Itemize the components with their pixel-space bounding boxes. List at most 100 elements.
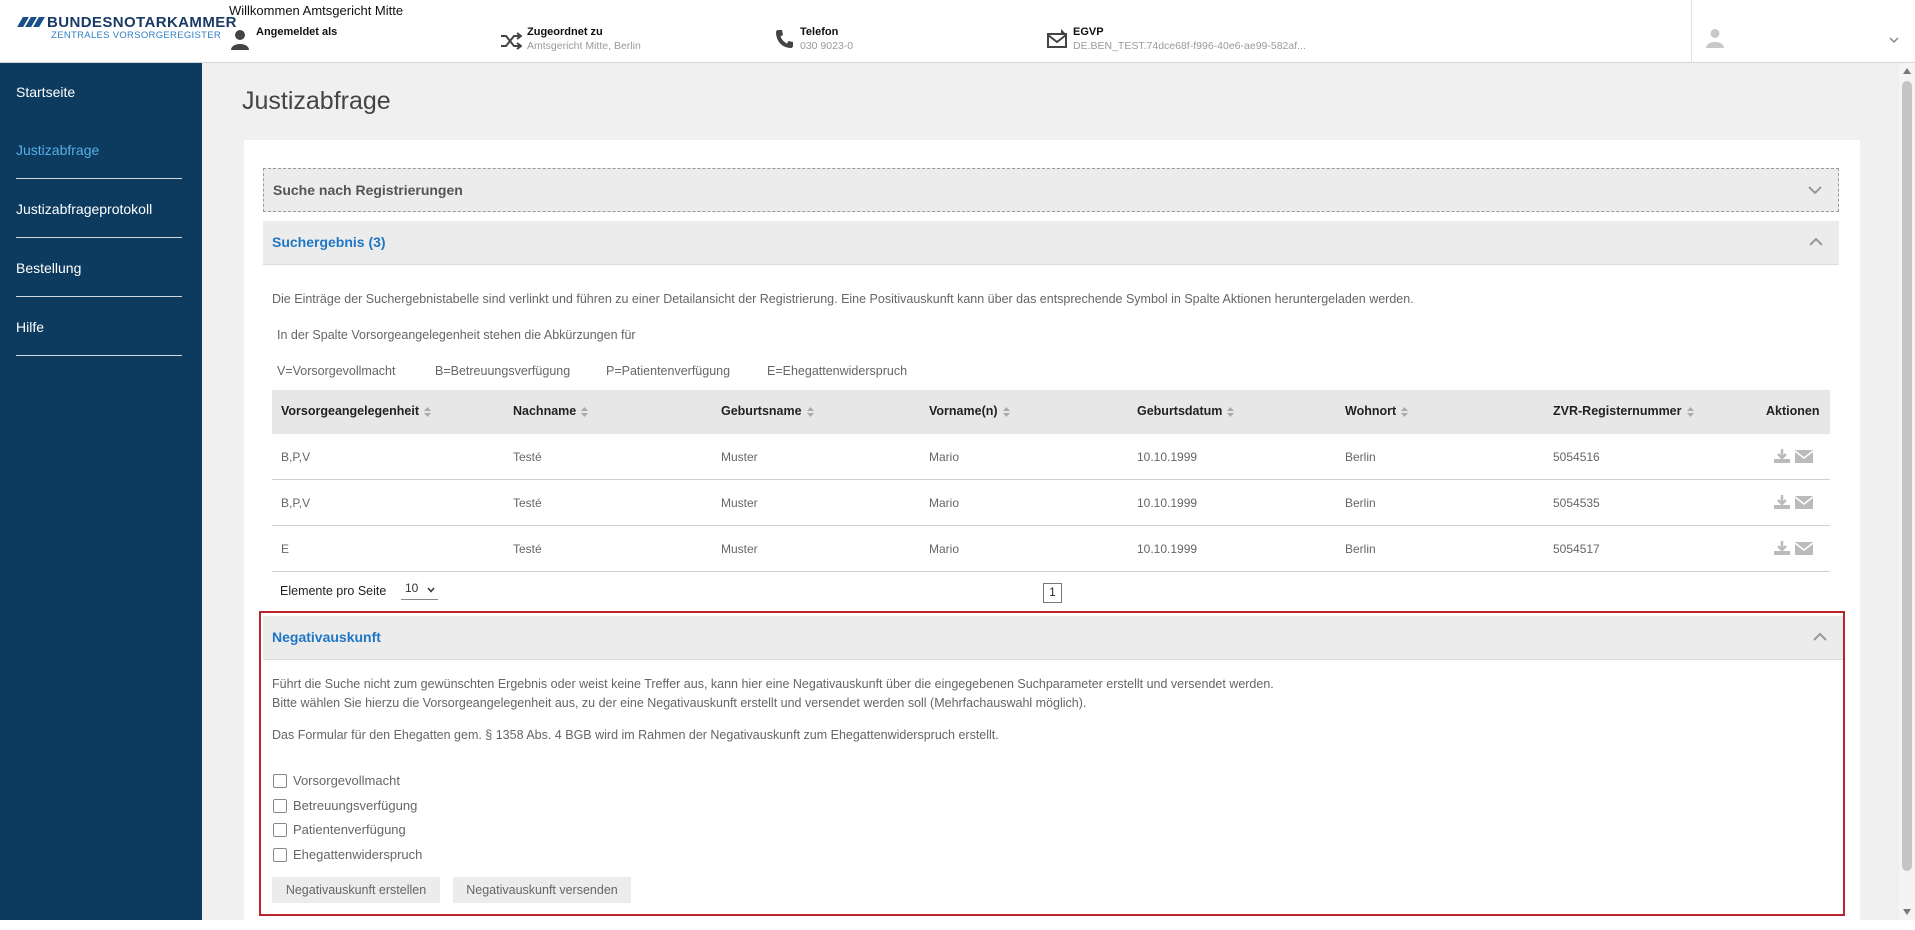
egvp-value: DE.BEN_TEST.74dce68f-f996-40e6-ae99-582a…	[1073, 40, 1306, 52]
mail-icon[interactable]	[1795, 448, 1813, 464]
cell-birthdate: 10.10.1999	[1137, 496, 1198, 510]
chevron-up-icon	[1813, 632, 1827, 641]
table-row[interactable]: B,P,V Testé Muster Mario 10.10.1999 Berl…	[272, 434, 1830, 480]
scrollbar-thumb[interactable]	[1902, 81, 1912, 871]
abbr-intro: In der Spalte Vorsorgeangelegenheit steh…	[277, 328, 636, 342]
abbr-v: V=Vorsorgevollmacht	[277, 364, 396, 378]
negative-panel-title: Negativauskunft	[272, 629, 381, 645]
results-panel-header[interactable]: Suchergebnis (3)	[263, 221, 1839, 265]
page-title: Justizabfrage	[242, 87, 391, 115]
cell-matter: E	[281, 542, 290, 556]
cell-city: Berlin	[1345, 496, 1376, 510]
sidebar-item-justizabfrageprotokoll[interactable]: Justizabfrageprotokoll	[16, 180, 182, 238]
mail-icon[interactable]	[1795, 494, 1813, 510]
sort-icon	[806, 406, 814, 417]
negative-text-1: Führt die Suche nicht zum gewünschten Er…	[272, 677, 1274, 691]
welcome-text: Willkommen Amtsgericht Mitte	[229, 3, 404, 18]
column-header[interactable]: Wohnort	[1345, 404, 1409, 418]
download-icon[interactable]	[1773, 494, 1791, 510]
cell-matter: B,P,V	[281, 496, 311, 510]
sort-icon	[1227, 406, 1235, 417]
mail-icon[interactable]	[1795, 540, 1813, 556]
table-row[interactable]: E Testé Muster Mario 10.10.1999 Berlin 5…	[272, 526, 1830, 572]
abbr-p: P=Patientenverfügung	[606, 364, 731, 378]
sidebar: Startseite Justizabfrage Justizabfragepr…	[0, 63, 202, 920]
user-menu[interactable]	[1691, 0, 1915, 63]
cell-register-number: 5054516	[1553, 450, 1600, 464]
page-number[interactable]: 1	[1043, 583, 1062, 603]
column-header[interactable]: Geburtsdatum	[1137, 404, 1235, 418]
cell-surname: Testé	[513, 542, 542, 556]
table-row[interactable]: B,P,V Testé Muster Mario 10.10.1999 Berl…	[272, 480, 1830, 526]
download-icon[interactable]	[1773, 448, 1791, 464]
sidebar-item-justizabfrage[interactable]: Justizabfrage	[16, 121, 182, 179]
checkbox[interactable]	[273, 848, 287, 862]
search-panel-title: Suche nach Registrierungen	[273, 182, 463, 198]
column-header[interactable]: Vorname(n)	[929, 404, 1010, 418]
checkbox[interactable]	[273, 823, 287, 837]
page-size-select[interactable]: 10	[401, 581, 438, 600]
cell-matter: B,P,V	[281, 450, 311, 464]
table-header: Vorsorgeangelegenheit Nachname Geburtsna…	[272, 390, 1830, 434]
cell-birthdate: 10.10.1999	[1137, 450, 1198, 464]
page-size-label: Elemente pro Seite	[280, 584, 387, 598]
phone-value: 030 9023-0	[800, 40, 854, 52]
avatar-icon	[1706, 29, 1724, 48]
chevron-down-icon	[1808, 186, 1822, 195]
chevron-up-icon	[1809, 237, 1823, 246]
checkbox[interactable]	[273, 799, 287, 813]
egvp-label: EGVP	[1073, 26, 1104, 38]
sort-icon	[424, 406, 431, 417]
cell-surname: Testé	[513, 496, 542, 510]
top-header: BUNDESNOTARKAMMER ZENTRALES VORSORGEREGI…	[0, 0, 1915, 63]
sidebar-item-bestellung[interactable]: Bestellung	[16, 239, 182, 297]
logo-name: BUNDESNOTARKAMMER	[47, 14, 237, 31]
sort-icon	[581, 406, 589, 417]
negative-text-3: Das Formular für den Ehegatten gem. § 13…	[272, 728, 999, 742]
search-panel-header[interactable]: Suche nach Registrierungen	[263, 168, 1839, 212]
cell-firstname: Mario	[929, 496, 960, 510]
column-header[interactable]: ZVR-Registernummer	[1553, 404, 1694, 418]
sort-icon	[1401, 406, 1409, 417]
person-icon	[231, 30, 249, 50]
user-label: Angemeldet als	[256, 26, 338, 38]
page-size-value: 10	[405, 581, 419, 595]
column-header-actions: Aktionen	[1766, 404, 1820, 418]
content-card: Suche nach Registrierungen Suchergebnis …	[244, 140, 1860, 930]
negative-panel-header[interactable]: Negativauskunft	[263, 616, 1843, 660]
chevron-down-icon	[427, 587, 435, 593]
checkbox[interactable]	[273, 774, 287, 788]
cell-birthname: Muster	[721, 542, 758, 556]
assigned-value: Amtsgericht Mitte, Berlin	[527, 40, 641, 52]
send-negative-button[interactable]: Negativauskunft versenden	[453, 877, 631, 903]
column-header[interactable]: Vorsorgeangelegenheit	[281, 404, 431, 418]
logo-subtitle: ZENTRALES VORSORGEREGISTER	[51, 30, 221, 41]
create-negative-button[interactable]: Negativauskunft erstellen	[272, 877, 440, 903]
sort-icon	[1686, 406, 1694, 417]
sidebar-item-hilfe[interactable]: Hilfe	[16, 298, 182, 356]
assigned-label: Zugeordnet zu	[527, 26, 603, 38]
cell-city: Berlin	[1345, 542, 1376, 556]
phone-label: Telefon	[800, 26, 839, 38]
abbr-b: B=Betreuungsverfügung	[435, 364, 571, 378]
checkbox-label: Vorsorgevollmacht	[293, 773, 400, 788]
scroll-down-icon[interactable]	[1903, 909, 1911, 915]
results-info: Die Einträge der Suchergebnistabelle sin…	[272, 292, 1414, 306]
cell-surname: Testé	[513, 450, 542, 464]
cell-birthname: Muster	[721, 450, 758, 464]
cell-city: Berlin	[1345, 450, 1376, 464]
logo[interactable]: BUNDESNOTARKAMMER ZENTRALES VORSORGEREGI…	[16, 14, 236, 44]
results-panel-title: Suchergebnis (3)	[272, 234, 386, 250]
cell-birthname: Muster	[721, 496, 758, 510]
scroll-up-icon[interactable]	[1903, 68, 1911, 74]
cell-firstname: Mario	[929, 542, 960, 556]
phone-icon	[776, 30, 793, 48]
column-header[interactable]: Geburtsname	[721, 404, 814, 418]
sort-icon	[1002, 406, 1010, 417]
vertical-scrollbar[interactable]	[1899, 63, 1915, 920]
sidebar-item-startseite[interactable]: Startseite	[16, 63, 182, 121]
column-header[interactable]: Nachname	[513, 404, 589, 418]
download-icon[interactable]	[1773, 540, 1791, 556]
mail-icon	[1047, 29, 1067, 48]
checkbox-label: Ehegattenwiderspruch	[293, 847, 423, 862]
